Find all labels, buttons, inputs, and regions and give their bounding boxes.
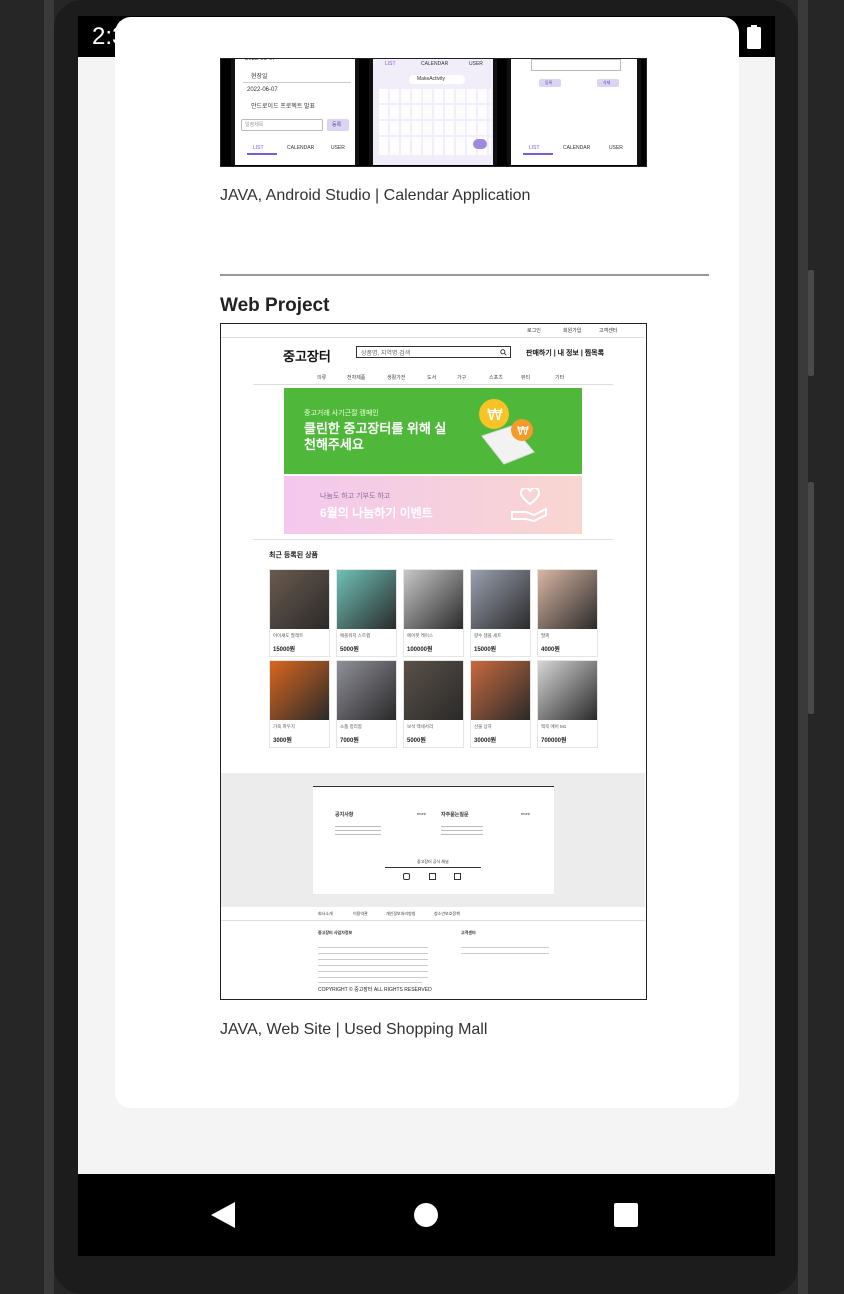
scroll-content[interactable]: 2022-06-07 현장일 2022-06-07 안드로이드 프로젝트 발표 … (78, 17, 775, 1174)
product-price: 100000원 (407, 647, 433, 653)
back-button[interactable] (211, 1202, 237, 1228)
product-price: 700000원 (541, 738, 567, 744)
product-image (471, 661, 530, 720)
site-top-links: 로그인 회원가입 고객센터 (221, 324, 645, 338)
mini-screen-form: 등록 삭제 LIST CALENDAR USER (507, 59, 641, 165)
svg-text:₩: ₩ (487, 405, 503, 424)
product-card[interactable]: 에어팟 케이스 100000원 (403, 569, 464, 657)
battery-icon (747, 25, 761, 49)
product-name: 맥북 에어 M1 (541, 724, 567, 729)
mini-screen-list: 2022-06-07 현장일 2022-06-07 안드로이드 프로젝트 발표 … (231, 59, 359, 165)
product-price: 5000원 (340, 647, 359, 653)
product-price: 15000원 (474, 647, 497, 653)
product-price: 4000원 (541, 647, 560, 653)
product-image (270, 661, 329, 720)
product-name: 애플워치 스트랩 (340, 633, 371, 638)
web-project-caption: JAVA, Web Site | Used Shopping Mall (220, 1021, 488, 1038)
coin-envelope-icon: ₩ ₩ (479, 399, 535, 465)
calendar-app-caption: JAVA, Android Studio | Calendar Applicat… (220, 187, 531, 204)
instagram-icon (403, 873, 410, 880)
product-price: 30000원 (474, 738, 497, 744)
portfolio-card: 2022-06-07 현장일 2022-06-07 안드로이드 프로젝트 발표 … (115, 17, 739, 1108)
device-frame: 2:31 (0, 0, 844, 1294)
product-card[interactable]: 향수 샘플 세트 15000원 (470, 569, 531, 657)
product-card[interactable]: 애플워치 스트랩 5000원 (336, 569, 397, 657)
product-card[interactable]: 가죽 파우치 3000원 (269, 660, 330, 748)
product-name: 보석 액세서리 (407, 724, 434, 729)
section-divider (220, 274, 709, 276)
product-image (538, 661, 597, 720)
product-image (404, 570, 463, 629)
product-card[interactable]: 아이섀도 팔레트 15000원 (269, 569, 330, 657)
facebook-icon (429, 873, 436, 880)
calendar-app-screenshot[interactable]: 2022-06-07 현장일 2022-06-07 안드로이드 프로젝트 발표 … (220, 58, 647, 167)
product-image (270, 570, 329, 629)
heart-hand-icon (511, 488, 547, 522)
product-image (337, 661, 396, 720)
product-card[interactable]: 맥북 에어 M1 700000원 (537, 660, 598, 748)
product-card[interactable]: 선물 상자 30000원 (470, 660, 531, 748)
system-nav-bar (78, 1174, 775, 1256)
product-image (471, 570, 530, 629)
product-name: 아이섀도 팔레트 (273, 633, 304, 638)
site-nav: 판매하기 | 내 정보 | 찜목록 (526, 350, 605, 357)
product-name: 팔찌 (541, 633, 550, 638)
product-name: 에어팟 케이스 (407, 633, 434, 638)
search-icon (500, 349, 507, 356)
footer-bottom-links: 회사소개 이용약관 개인정보처리방침 청소년보호정책 (221, 907, 645, 921)
site-copyright: COPYRIGHT © 중고장터 ALL RIGHTS RESERVED (318, 987, 432, 993)
product-name: 가죽 파우치 (273, 724, 295, 729)
web-project-title: Web Project (220, 295, 330, 316)
product-price: 5000원 (407, 738, 426, 744)
mini-screen-keyboard: LIST CALENDAR USER MakeActivity (369, 59, 497, 165)
volume-button (808, 482, 814, 714)
product-card[interactable]: 소품 정리함 7000원 (336, 660, 397, 748)
phone-screen: 2:31 (78, 16, 775, 1256)
product-price: 3000원 (273, 738, 292, 744)
recents-button[interactable] (614, 1203, 638, 1227)
web-project-screenshot[interactable]: 로그인 회원가입 고객센터 중고장터 상품명, 지역명 검색 판매하기 | 내 … (220, 323, 647, 1000)
product-name: 선물 상자 (474, 724, 492, 729)
product-image (337, 570, 396, 629)
product-card[interactable]: 보석 액세서리 5000원 (403, 660, 464, 748)
product-image (538, 570, 597, 629)
product-card[interactable]: 팔찌 4000원 (537, 569, 598, 657)
site-search: 상품명, 지역명 검색 (356, 346, 511, 358)
banner-campaign: 중고거래 사기근절 캠페인 클린한 중고장터를 위해 실천해주세요 ₩ ₩ (284, 388, 582, 474)
product-name: 향수 샘플 세트 (474, 633, 502, 638)
power-button (808, 270, 814, 376)
product-price: 15000원 (273, 647, 296, 653)
site-logo: 중고장터 (283, 349, 331, 364)
product-image (404, 661, 463, 720)
footer-notice-box: 공지사항 more 자주묻는질문 more 중고장터 공식 채널 (313, 786, 554, 894)
youtube-icon (454, 873, 461, 880)
banner-sharing-event: 나눔도 하고 기부도 하고 6월의 나눔하기 이벤트 (284, 476, 582, 534)
home-button[interactable] (414, 1203, 438, 1227)
product-name: 소품 정리함 (340, 724, 362, 729)
product-price: 7000원 (340, 738, 359, 744)
svg-text:₩: ₩ (517, 424, 529, 438)
recent-products-title: 최근 등록된 상품 (269, 552, 318, 559)
